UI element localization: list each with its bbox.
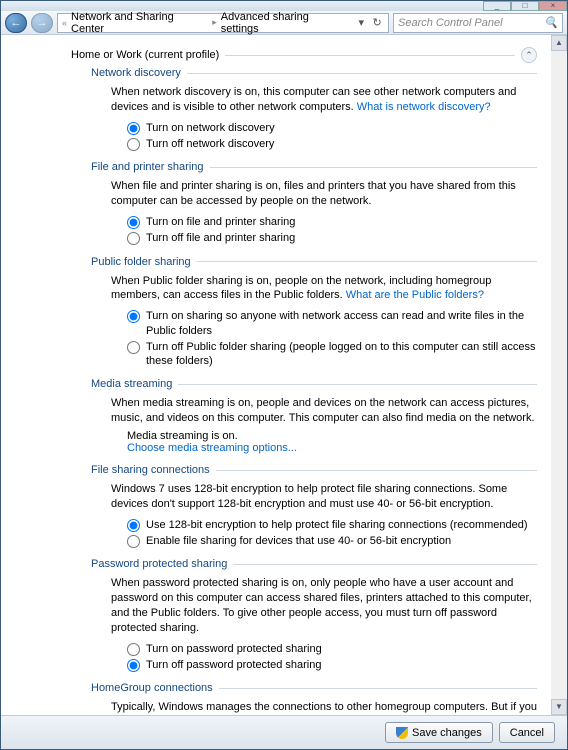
divider [197,261,537,262]
divider [187,73,537,74]
control-panel-window: _ □ × ← → « Network and Sharing Center ▸… [0,0,568,750]
titlebar: _ □ × [1,1,567,11]
cancel-button[interactable]: Cancel [499,722,555,743]
profile-title: Home or Work (current profile) [71,49,219,61]
section-title: Public folder sharing [91,256,191,268]
radio-password-on[interactable]: Turn on password protected sharing [127,642,537,656]
search-input[interactable]: Search Control Panel 🔍 [393,13,563,33]
radio-public-folder-off[interactable]: Turn off Public folder sharing (people l… [127,340,537,369]
section-body-network-discovery: When network discovery is on, this compu… [111,85,537,151]
save-changes-button[interactable]: Save changes [385,722,493,743]
section-header-file-connections: File sharing connections [91,464,537,476]
section-body-file-printer: When file and printer sharing is on, fil… [111,179,537,245]
shield-icon [396,727,408,739]
scroll-up-icon[interactable]: ▲ [551,35,567,51]
profile-header-home-work[interactable]: Home or Work (current profile) ⌃ [71,47,537,63]
radio-network-discovery-off[interactable]: Turn off network discovery [127,137,537,151]
minimize-button[interactable]: _ [483,1,511,11]
section-header-file-printer: File and printer sharing [91,161,537,173]
scroll-down-icon[interactable]: ▼ [551,699,567,715]
section-title: File sharing connections [91,464,210,476]
section-body-homegroup: Typically, Windows manages the connectio… [111,700,537,715]
breadcrumb-item-advanced-sharing[interactable]: Advanced sharing settings [219,11,351,35]
history-chevron-icon[interactable]: « [62,18,67,28]
footer: Save changes Cancel [1,715,567,749]
radio-network-discovery-on[interactable]: Turn on network discovery [127,121,537,135]
section-description: When media streaming is on, people and d… [111,396,537,426]
section-title: Password protected sharing [91,558,227,570]
section-title: HomeGroup connections [91,682,213,694]
section-header-media-streaming: Media streaming [91,378,537,390]
link-what-is-network-discovery[interactable]: What is network discovery? [357,101,491,113]
link-choose-media-options[interactable]: Choose media streaming options... [127,442,297,454]
scrollbar[interactable]: ▲ ▼ [551,35,567,715]
search-placeholder: Search Control Panel [398,17,503,29]
refresh-icon[interactable]: ↻ [370,16,384,29]
section-title: Media streaming [91,378,172,390]
divider [233,564,537,565]
section-description: Typically, Windows manages the connectio… [111,700,537,715]
search-icon: 🔍 [544,16,558,29]
section-header-password: Password protected sharing [91,558,537,570]
section-header-network-discovery: Network discovery [91,67,537,79]
section-title: Network discovery [91,67,181,79]
content-area: Home or Work (current profile) ⌃ Network… [1,35,567,715]
section-description: When network discovery is on, this compu… [111,85,537,115]
section-header-public-folder: Public folder sharing [91,256,537,268]
breadcrumb[interactable]: « Network and Sharing Center ▸ Advanced … [57,13,389,33]
section-body-media-streaming: When media streaming is on, people and d… [111,396,537,454]
section-body-file-connections: Windows 7 uses 128-bit encryption to hel… [111,482,537,548]
divider [225,55,515,56]
nav-bar: ← → « Network and Sharing Center ▸ Advan… [1,11,567,35]
back-button[interactable]: ← [5,13,27,33]
divider [216,470,537,471]
close-button[interactable]: × [539,1,567,11]
media-status-text: Media streaming is on. [127,430,537,442]
radio-password-off[interactable]: Turn off password protected sharing [127,658,537,672]
section-header-homegroup: HomeGroup connections [91,682,537,694]
collapse-icon[interactable]: ⌃ [521,47,537,63]
section-body-public-folder: When Public folder sharing is on, people… [111,274,537,369]
section-description: When file and printer sharing is on, fil… [111,179,537,209]
radio-file-printer-on[interactable]: Turn on file and printer sharing [127,215,537,229]
divider [219,688,537,689]
radio-encryption-128[interactable]: Use 128-bit encryption to help protect f… [127,518,537,532]
breadcrumb-dropdown-icon[interactable]: ▾ [354,16,368,29]
divider [178,384,537,385]
divider [210,167,537,168]
forward-button[interactable]: → [31,13,53,33]
section-description: When password protected sharing is on, o… [111,576,537,635]
section-body-password: When password protected sharing is on, o… [111,576,537,672]
breadcrumb-item-network-center[interactable]: Network and Sharing Center [69,11,210,35]
maximize-button[interactable]: □ [511,1,539,11]
section-description: Windows 7 uses 128-bit encryption to hel… [111,482,537,512]
radio-file-printer-off[interactable]: Turn off file and printer sharing [127,231,537,245]
radio-encryption-40-56[interactable]: Enable file sharing for devices that use… [127,534,537,548]
section-title: File and printer sharing [91,161,204,173]
link-what-are-public-folders[interactable]: What are the Public folders? [346,289,484,301]
chevron-right-icon: ▸ [212,17,217,28]
radio-public-folder-on[interactable]: Turn on sharing so anyone with network a… [127,309,537,338]
section-description: When Public folder sharing is on, people… [111,274,537,304]
